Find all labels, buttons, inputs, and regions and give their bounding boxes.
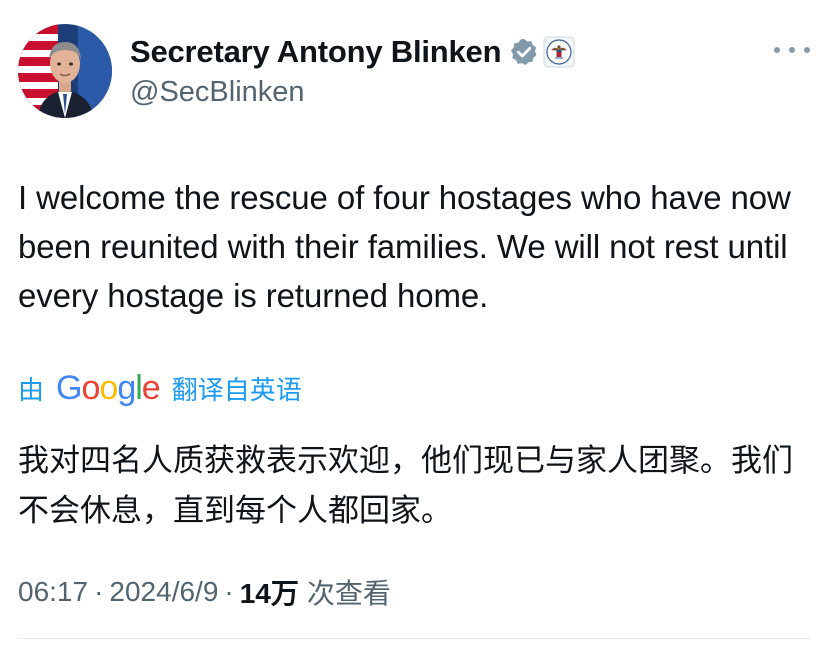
more-dot — [789, 47, 795, 53]
more-options-icon[interactable] — [774, 40, 810, 60]
views-label: 次查看 — [306, 577, 391, 610]
more-dot — [804, 47, 810, 53]
google-logo: Google — [56, 368, 161, 407]
author-name-row[interactable]: Secretary Antony Blinken — [130, 30, 575, 74]
translate-action-label[interactable]: 翻译自英语 — [172, 370, 302, 407]
divider — [18, 638, 810, 639]
us-state-department-seal-icon[interactable] — [543, 36, 575, 68]
tweet-time[interactable]: 06:17 — [18, 576, 88, 608]
translate-by-label: 由 — [18, 374, 45, 405]
author-handle[interactable]: @SecBlinken — [130, 76, 305, 109]
verified-badge-icon[interactable] — [509, 37, 539, 67]
meta-separator: · — [94, 576, 104, 607]
tweet-meta: 06:17 · 2024/6/9 · 14万 次查看 — [18, 572, 391, 612]
tweet-text: I welcome the rescue of four hostages wh… — [18, 179, 791, 314]
translate-link[interactable]: 由 Google 翻译自英语 — [18, 366, 302, 410]
views-count[interactable]: 14万 — [240, 572, 299, 612]
avatar[interactable] — [18, 24, 112, 118]
translated-tweet-text: 我对四名人质获救表示欢迎，他们现已与家人团聚。我们不会休息，直到每个人都回家。 — [18, 443, 793, 529]
meta-separator: · — [224, 576, 234, 607]
avatar-image — [18, 24, 112, 118]
more-dot — [774, 47, 780, 53]
author-display-name[interactable]: Secretary Antony Blinken — [130, 34, 502, 70]
tweet-date[interactable]: 2024/6/9 — [109, 576, 218, 608]
